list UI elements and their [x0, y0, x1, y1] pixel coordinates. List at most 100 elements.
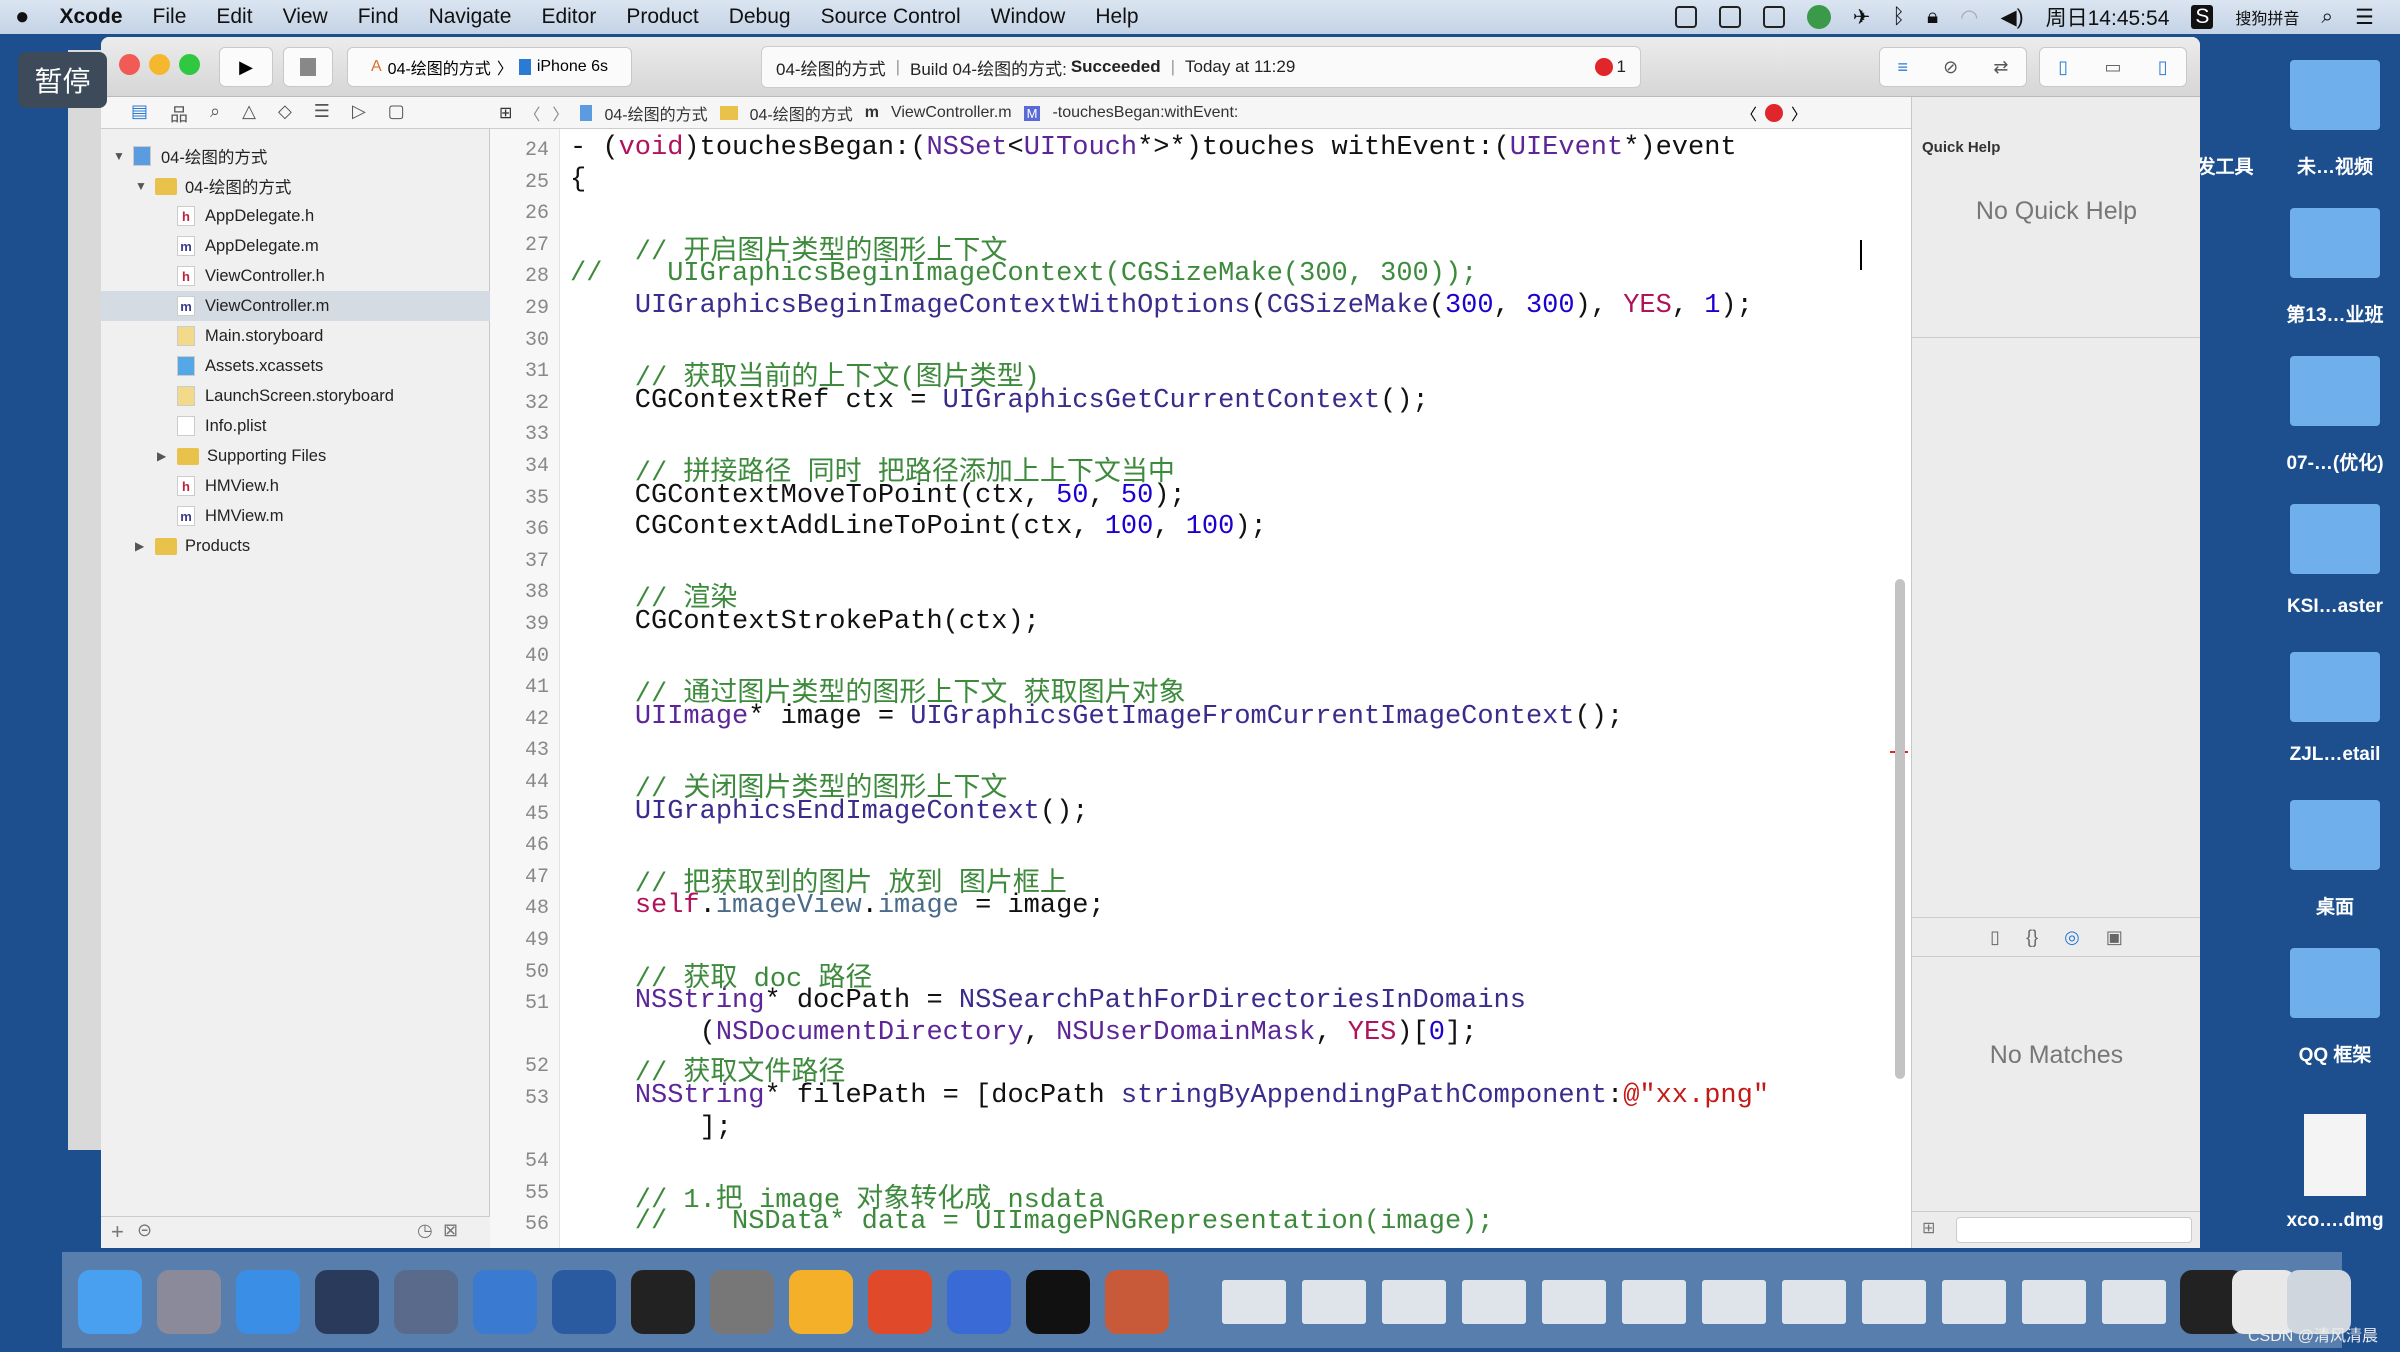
minimized-window-thumbnail[interactable] [1622, 1280, 1686, 1324]
filter-icon[interactable]: ⊝ [137, 1220, 152, 1241]
menu-window[interactable]: Window [976, 5, 1081, 29]
report-navigator-icon[interactable]: ▢ [388, 101, 405, 127]
volume-icon[interactable]: ◀) [2000, 5, 2023, 30]
minimized-window-thumbnail[interactable] [1462, 1280, 1526, 1324]
desktop-item-label[interactable]: QQ 框架 [2265, 1040, 2400, 1067]
toggle-utilities-icon[interactable]: ▯ [2158, 57, 2168, 78]
navigator-item[interactable]: ▼ 04-绘图的方式 [101, 171, 490, 201]
dmg-file-icon[interactable] [2304, 1114, 2366, 1196]
breadcrumb-method[interactable]: -touchesBegan:withEvent: [1052, 104, 1238, 122]
screen-mirror-icon[interactable] [1718, 6, 1741, 28]
menu-edit[interactable]: Edit [201, 5, 267, 29]
folder-icon[interactable] [2290, 208, 2380, 278]
desktop-item-label[interactable]: 第13…业班 [2265, 300, 2400, 327]
desktop-item-label[interactable]: ZJL…etail [2265, 744, 2400, 766]
folder-icon[interactable] [2290, 652, 2380, 722]
ime-icon[interactable]: S [2191, 5, 2214, 29]
editor-scrollbar[interactable] [1895, 579, 1905, 1079]
recent-files-icon[interactable]: ◷ [417, 1220, 433, 1241]
source-editor[interactable]: 24 25 26 27 28 29 30 31 32 33 34 35 36 37 38 39 40 41 42 43… [490, 129, 1911, 1248]
navigator-item[interactable]: ▶ Supporting Files [101, 441, 490, 471]
ime-label[interactable]: 搜狗拼音 [2235, 5, 2299, 29]
navigator-item[interactable]: ▶ Products [101, 531, 490, 561]
navigator-item[interactable]: m HMView.m [101, 501, 490, 531]
grid-view-icon[interactable]: ⊞ [1922, 1218, 1935, 1238]
disclosure-collapsed-icon[interactable]: ▶ [135, 539, 149, 553]
media-library-icon[interactable]: ▣ [2106, 927, 2123, 948]
menu-help[interactable]: Help [1080, 5, 1153, 29]
menu-xcode[interactable]: Xcode [45, 5, 138, 29]
object-library-icon[interactable]: ◎ [2064, 927, 2080, 948]
menu-navigate[interactable]: Navigate [414, 5, 527, 29]
minimized-window-thumbnail[interactable] [1542, 1280, 1606, 1324]
navigator-item[interactable]: Assets.xcassets [101, 351, 490, 381]
navigator-item[interactable]: h ViewController.h [101, 261, 490, 291]
sketch-icon[interactable] [789, 1270, 853, 1334]
breadcrumb-group[interactable]: 04-绘图的方式 [750, 101, 853, 125]
folder-icon[interactable] [2290, 504, 2380, 574]
app-status-icon[interactable] [1806, 5, 1831, 29]
video-record-icon[interactable] [1762, 6, 1785, 28]
folder-icon[interactable] [2290, 356, 2380, 426]
navigator-item[interactable]: Info.plist [101, 411, 490, 441]
bluetooth-icon[interactable]: ᛒ [1892, 5, 1905, 29]
zoom-button[interactable] [179, 54, 200, 75]
forward-icon[interactable]: 〉 [552, 101, 568, 125]
folder-icon[interactable] [2290, 948, 2380, 1018]
menu-file[interactable]: File [138, 5, 202, 29]
find-navigator-icon[interactable]: ⌕ [210, 101, 220, 127]
folder-icon[interactable] [2290, 60, 2380, 130]
toggle-debug-area-icon[interactable]: ▭ [2104, 57, 2121, 78]
power-icon[interactable] [1674, 6, 1697, 28]
issue-indicator[interactable]: 1 [1594, 57, 1626, 77]
navigator-item[interactable]: h AppDelegate.h [101, 201, 490, 231]
error-icon[interactable] [1765, 104, 1784, 122]
add-icon[interactable]: + [111, 1219, 124, 1245]
test-navigator-icon[interactable]: ◇ [278, 101, 292, 127]
navigator-item[interactable]: m ViewController.m [101, 291, 490, 321]
close-button[interactable] [119, 54, 140, 75]
menu-editor[interactable]: Editor [526, 5, 611, 29]
debug-navigator-icon[interactable]: ☰ [314, 101, 330, 127]
system-preferences-icon[interactable] [710, 1270, 774, 1334]
scm-status-icon[interactable]: ⊠ [443, 1220, 458, 1241]
symbol-navigator-icon[interactable]: 品 [170, 101, 188, 127]
desktop-item-label[interactable]: 07-…(优化) [2265, 448, 2400, 475]
file-template-library-icon[interactable]: ▯ [1990, 927, 2000, 948]
project-navigator-icon[interactable]: ▤ [131, 101, 148, 127]
minimized-window-thumbnail[interactable] [1302, 1280, 1366, 1324]
navigator-item[interactable]: LaunchScreen.storyboard [101, 381, 490, 411]
minimized-window-thumbnail[interactable] [1862, 1280, 1926, 1324]
minimized-window-thumbnail[interactable] [1382, 1280, 1446, 1324]
menu-debug[interactable]: Debug [714, 5, 806, 29]
breadcrumb-project[interactable]: 04-绘图的方式 [604, 101, 707, 125]
wifi-icon[interactable]: ◠ [1960, 5, 1978, 30]
device-name[interactable]: iPhone 6s [537, 58, 608, 76]
mouse-app-icon[interactable] [315, 1270, 379, 1334]
scheme-selector[interactable]: A 04-绘图的方式 〉 iPhone 6s [347, 47, 632, 87]
pause-overlay-button[interactable]: 暂停 [18, 52, 107, 108]
minimized-window-thumbnail[interactable] [1222, 1280, 1286, 1324]
navigator-item[interactable]: h HMView.h [101, 471, 490, 501]
minimized-window-thumbnail[interactable] [1942, 1280, 2006, 1324]
lock-icon[interactable]: 🔒︎ [1927, 5, 1938, 29]
minimized-window-thumbnail[interactable] [2102, 1280, 2166, 1324]
xcode-beta-icon[interactable] [552, 1270, 616, 1334]
code-snippet-library-icon[interactable]: {} [2026, 927, 2038, 948]
issue-navigator-icon[interactable]: △ [242, 101, 256, 127]
notification-list-icon[interactable]: ☰ [2355, 5, 2374, 30]
airplane-icon[interactable]: ✈ [1853, 5, 1871, 30]
assistant-editor-icon[interactable]: ⊘ [1943, 57, 1958, 78]
minimize-button[interactable] [149, 54, 170, 75]
breadcrumb-file[interactable]: ViewController.m [891, 104, 1012, 122]
disclosure-expanded-icon[interactable]: ▼ [113, 149, 127, 163]
clock[interactable]: 周日14:45:54 [2046, 2, 2170, 32]
library-filter-input[interactable] [1956, 1217, 2192, 1243]
navigator-item[interactable]: m AppDelegate.m [101, 231, 490, 261]
apple-menu-icon[interactable]: ● [0, 3, 45, 31]
terminal-icon[interactable] [631, 1270, 695, 1334]
finder-icon[interactable] [78, 1270, 142, 1334]
back-icon[interactable]: 〈 [524, 101, 540, 125]
menu-product[interactable]: Product [611, 5, 713, 29]
app-p-icon[interactable] [868, 1270, 932, 1334]
